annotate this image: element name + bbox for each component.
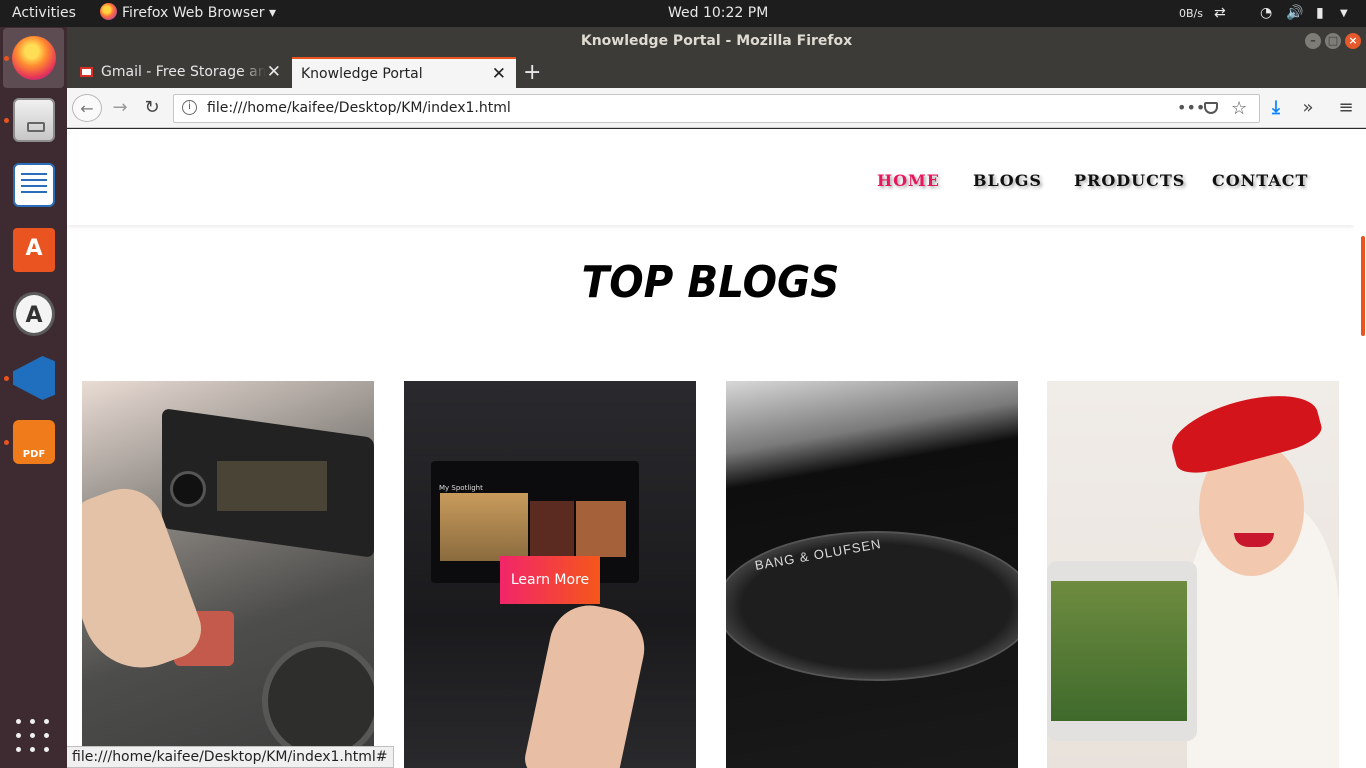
forward-arrow-icon[interactable]: → bbox=[107, 94, 133, 122]
dock-firefox[interactable] bbox=[3, 28, 64, 88]
nav-link-contact[interactable]: CONTACT bbox=[1212, 171, 1308, 190]
url-bar[interactable]: i file:///home/kaifee/Desktop/KM/index1.… bbox=[173, 94, 1260, 123]
nav-link-home[interactable]: HOME bbox=[877, 171, 940, 190]
volume-icon[interactable]: 🔊 bbox=[1286, 0, 1303, 27]
page-scrollbar[interactable] bbox=[1354, 129, 1366, 768]
dock-files[interactable] bbox=[3, 90, 64, 150]
vscode-icon bbox=[13, 356, 55, 400]
maximize-icon[interactable]: □ bbox=[1325, 33, 1341, 49]
app-menu[interactable]: Firefox Web Browser ▾ bbox=[100, 0, 276, 27]
navigation-toolbar: ← → ↻ i file:///home/kaifee/Desktop/KM/i… bbox=[67, 88, 1366, 128]
tab-knowledge-portal[interactable]: Knowledge Portal ✕ bbox=[292, 57, 516, 88]
tab-label: Gmail - Free Storage and Email from Goog… bbox=[101, 64, 266, 80]
dock-ubuntu-software[interactable]: A bbox=[3, 220, 64, 280]
blog-card-car-radio[interactable] bbox=[82, 381, 374, 768]
tab-label: Knowledge Portal bbox=[301, 66, 423, 82]
web-page: HOME BLOGS PRODUCTS CONTACT TOP BLOGS My… bbox=[67, 129, 1354, 768]
blog-card-speaker[interactable]: BANG & OLUFSEN bbox=[726, 381, 1018, 768]
reload-icon[interactable]: ↻ bbox=[139, 94, 165, 122]
football-screen-image bbox=[1051, 581, 1187, 721]
running-indicator bbox=[4, 376, 9, 381]
app-menu-label: Firefox Web Browser bbox=[122, 5, 265, 21]
url-text[interactable]: file:///home/kaifee/Desktop/KM/index1.ht… bbox=[207, 95, 511, 122]
running-indicator bbox=[4, 440, 9, 445]
pdf-icon: PDF bbox=[13, 420, 55, 464]
battery-icon[interactable]: ▮ bbox=[1316, 0, 1324, 27]
tab-gmail[interactable]: Gmail - Free Storage and Email from Goog… bbox=[70, 57, 291, 88]
blog-card-flight-attendant[interactable] bbox=[1047, 381, 1339, 768]
files-icon bbox=[13, 98, 55, 142]
updater-icon: A bbox=[13, 292, 55, 336]
hand-image bbox=[521, 598, 652, 768]
running-indicator bbox=[4, 56, 9, 61]
minimize-icon[interactable]: – bbox=[1305, 33, 1321, 49]
bookmark-star-icon[interactable]: ☆ bbox=[1231, 95, 1247, 122]
link-status-bar: file:///home/kaifee/Desktop/KM/index1.ht… bbox=[67, 746, 394, 768]
net-speed-indicator[interactable]: 0B/s bbox=[1179, 0, 1203, 27]
page-info-icon[interactable]: i bbox=[182, 100, 197, 115]
activities-button[interactable]: Activities bbox=[12, 0, 76, 27]
speaker-grille-image bbox=[726, 531, 1018, 681]
software-center-icon: A bbox=[13, 228, 55, 272]
pocket-icon[interactable] bbox=[1204, 102, 1218, 114]
back-arrow-icon[interactable]: ← bbox=[72, 94, 102, 122]
section-title: TOP BLOGS bbox=[581, 257, 840, 308]
window-title: Knowledge Portal - Mozilla Firefox bbox=[580, 33, 853, 49]
dock-software-updater[interactable]: A bbox=[3, 284, 64, 344]
close-window-icon[interactable]: × bbox=[1345, 33, 1361, 49]
running-indicator bbox=[4, 118, 9, 123]
firefox-icon bbox=[100, 3, 117, 20]
gmail-icon bbox=[80, 67, 93, 77]
screen-label: My Spotlight bbox=[439, 484, 483, 492]
close-tab-icon[interactable]: ✕ bbox=[267, 57, 281, 88]
wifi-icon[interactable]: ◔ bbox=[1260, 0, 1272, 27]
dock-vscode[interactable] bbox=[3, 348, 64, 408]
site-header: HOME BLOGS PRODUCTS CONTACT bbox=[67, 129, 1354, 225]
learn-more-button[interactable]: Learn More bbox=[500, 556, 600, 604]
new-tab-plus-icon[interactable]: + bbox=[523, 57, 541, 88]
show-applications-grid-icon[interactable] bbox=[16, 719, 50, 753]
firefox-icon bbox=[12, 36, 56, 80]
scrollbar-thumb[interactable] bbox=[1361, 236, 1365, 336]
nav-link-blogs[interactable]: BLOGS bbox=[973, 171, 1042, 190]
overflow-chevron-icon[interactable]: » bbox=[1295, 94, 1321, 122]
blog-card-seatback-screen[interactable]: My Spotlight Learn More bbox=[404, 381, 696, 768]
hamburger-menu-icon[interactable]: ≡ bbox=[1333, 94, 1359, 122]
clock[interactable]: Wed 10:22 PM bbox=[668, 0, 768, 27]
dock: A A PDF bbox=[0, 27, 67, 768]
window-titlebar[interactable]: Knowledge Portal - Mozilla Firefox – □ × bbox=[67, 27, 1366, 55]
close-tab-icon[interactable]: ✕ bbox=[492, 59, 506, 88]
dock-pdf-editor[interactable]: PDF bbox=[3, 412, 64, 472]
page-actions-ellipsis-icon[interactable]: ••• bbox=[1177, 95, 1205, 120]
system-top-bar: Activities Firefox Web Browser ▾ Wed 10:… bbox=[0, 0, 1366, 27]
writer-icon bbox=[13, 163, 55, 207]
tab-bar: Gmail - Free Storage and Email from Goog… bbox=[67, 55, 1366, 88]
download-arrow-icon[interactable]: ⤓ bbox=[1263, 94, 1289, 122]
nav-link-products[interactable]: PRODUCTS bbox=[1074, 171, 1185, 190]
dock-libreoffice-writer[interactable] bbox=[3, 155, 64, 215]
network-transfer-icon[interactable]: ⇄ bbox=[1214, 0, 1226, 27]
system-menu-chevron-icon[interactable]: ▼ bbox=[1340, 0, 1348, 27]
